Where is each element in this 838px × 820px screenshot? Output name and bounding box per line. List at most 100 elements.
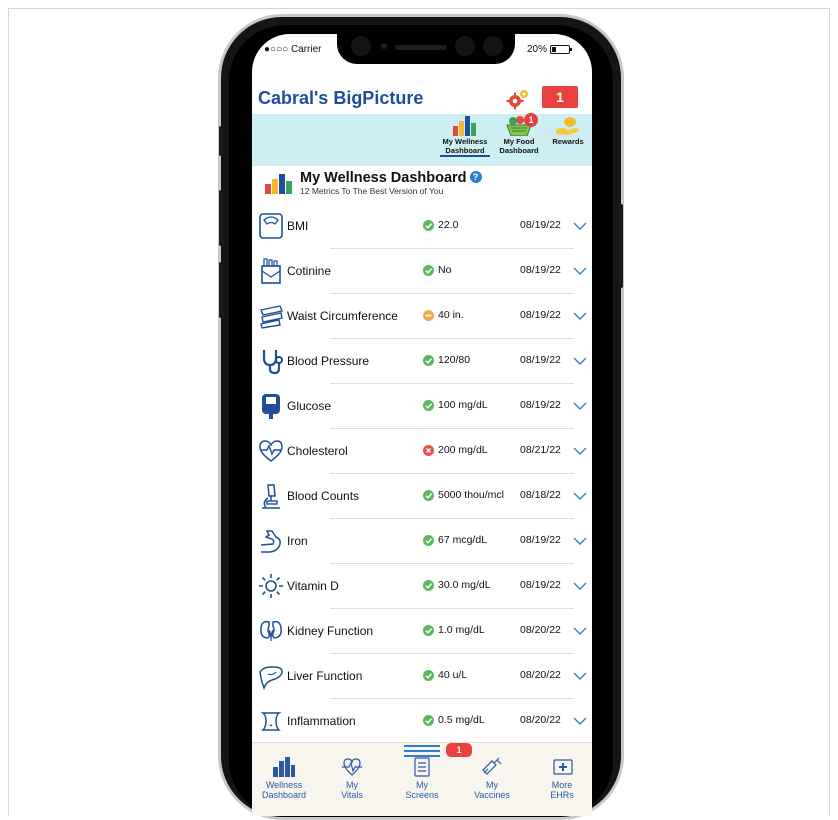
status-good-icon bbox=[423, 714, 434, 726]
chevron-down-icon[interactable] bbox=[573, 222, 587, 230]
metric-value: 100 mg/dL bbox=[423, 399, 488, 411]
metric-date: 08/19/22 bbox=[520, 534, 561, 546]
nav-my-vaccines[interactable]: My Vaccines bbox=[462, 757, 522, 800]
metric-value-text: 5000 thou/mcl bbox=[438, 489, 504, 501]
speaker-grille bbox=[395, 45, 447, 50]
status-good-icon bbox=[423, 264, 434, 276]
nav-more-ehrs[interactable]: More EHRs bbox=[532, 757, 592, 800]
app-title: Cabral's BigPicture bbox=[258, 88, 424, 108]
nav-label-line1: My bbox=[486, 780, 498, 790]
metric-value: 40 u/L bbox=[423, 669, 467, 681]
metric-name: Iron bbox=[287, 534, 308, 548]
phone-notch bbox=[337, 30, 515, 64]
metric-value-text: 40 u/L bbox=[438, 669, 468, 681]
battery-indicator: 20% bbox=[527, 44, 572, 55]
metric-row-cholesterol[interactable]: Cholesterol 200 mg/dL 08/21/22 bbox=[252, 429, 592, 474]
inflammation-icon bbox=[260, 712, 282, 731]
chevron-down-icon[interactable] bbox=[573, 582, 587, 590]
metric-row-vitamin-d[interactable]: Vitamin D 30.0 mg/dL 08/19/22 bbox=[252, 564, 592, 609]
tab-rewards[interactable]: Rewards bbox=[546, 116, 590, 146]
metric-name: Glucose bbox=[287, 399, 332, 413]
tab-food-dashboard[interactable]: 1 My Food Dashboard bbox=[494, 113, 544, 155]
chevron-down-icon[interactable] bbox=[573, 447, 587, 455]
metric-date: 08/19/22 bbox=[520, 579, 561, 591]
tab-wellness-dashboard[interactable]: My Wellness Dashboard bbox=[440, 116, 490, 157]
metric-date: 08/19/22 bbox=[520, 399, 561, 411]
metric-row-cotinine[interactable]: Cotinine No 08/19/22 bbox=[252, 249, 592, 294]
metric-value-text: 22.0 bbox=[438, 219, 459, 231]
help-icon[interactable]: ? bbox=[469, 171, 482, 183]
nav-wellness-dashboard[interactable]: Wellness Dashboard bbox=[254, 757, 314, 800]
metric-row-blood-counts[interactable]: Blood Counts 5000 thou/mcl 08/18/22 bbox=[252, 474, 592, 519]
status-good-icon bbox=[423, 399, 434, 411]
battery-icon bbox=[550, 45, 572, 54]
vitals-icon bbox=[342, 758, 362, 776]
bar-chart-icon bbox=[453, 116, 476, 136]
nav-label-line2: Vitals bbox=[341, 790, 363, 800]
metric-row-blood-pressure[interactable]: Blood Pressure 120/80 08/19/22 bbox=[252, 339, 592, 384]
metric-name: Liver Function bbox=[287, 669, 363, 683]
nav-label-line2: Screens bbox=[405, 790, 439, 800]
tab-label: Rewards bbox=[546, 137, 590, 146]
metric-date: 08/19/22 bbox=[520, 219, 561, 231]
nav-label-line1: More bbox=[551, 780, 573, 790]
metric-date: 08/19/22 bbox=[520, 264, 561, 276]
checklist-icon bbox=[414, 757, 430, 777]
tab-label-line2: Dashboard bbox=[445, 146, 485, 155]
power-button bbox=[618, 204, 623, 288]
metric-value-text: 30.0 mg/dL bbox=[438, 579, 491, 591]
tab-label-line1: My Wellness bbox=[442, 137, 488, 146]
notification-count-button[interactable]: 1 bbox=[542, 86, 578, 108]
tab-label: My Wellness Dashboard bbox=[440, 137, 490, 157]
metric-date: 08/19/22 bbox=[520, 354, 561, 366]
nav-label-line2: Vaccines bbox=[474, 790, 510, 800]
app-screen: ●○○○ Carrier 20% Cabral's BigPicture 1 M… bbox=[252, 34, 592, 816]
glucometer-icon bbox=[262, 394, 280, 419]
chevron-down-icon[interactable] bbox=[573, 717, 587, 725]
metric-row-liver-function[interactable]: Liver Function 40 u/L 08/20/22 bbox=[252, 654, 592, 699]
status-good-icon bbox=[423, 489, 434, 501]
volume-up-button bbox=[219, 190, 224, 246]
metric-value-text: 0.5 mg/dL bbox=[438, 714, 485, 726]
tab-label: My Food Dashboard bbox=[494, 137, 544, 155]
nav-my-vitals[interactable]: My Vitals bbox=[322, 757, 382, 800]
metric-date: 08/19/22 bbox=[520, 309, 561, 321]
chevron-down-icon[interactable] bbox=[573, 672, 587, 680]
status-bad-icon bbox=[423, 444, 434, 456]
metric-value: 22.0 bbox=[423, 219, 458, 231]
metric-row-glucose[interactable]: Glucose 100 mg/dL 08/19/22 bbox=[252, 384, 592, 429]
stethoscope-icon bbox=[262, 350, 283, 375]
metric-row-inflammation[interactable]: Inflammation 0.5 mg/dL 08/20/22 bbox=[252, 699, 592, 744]
cigarette-pack-icon bbox=[261, 258, 281, 284]
metric-row-waist-circumference[interactable]: Waist Circumference 40 in. 08/19/22 bbox=[252, 294, 592, 339]
metric-value: 30.0 mg/dL bbox=[423, 579, 491, 591]
metric-value: 120/80 bbox=[423, 354, 470, 366]
camera-icon bbox=[351, 36, 371, 56]
chevron-down-icon[interactable] bbox=[573, 492, 587, 500]
metric-value: 200 mg/dL bbox=[423, 444, 488, 456]
chevron-down-icon[interactable] bbox=[573, 402, 587, 410]
status-good-icon bbox=[423, 579, 434, 591]
metric-row-bmi[interactable]: BMI 22.0 08/19/22 bbox=[252, 204, 592, 249]
chevron-down-icon[interactable] bbox=[573, 537, 587, 545]
metric-row-kidney-function[interactable]: Kidney Function 1.0 mg/dL 08/20/22 bbox=[252, 609, 592, 654]
metric-name: BMI bbox=[287, 219, 309, 233]
scale-icon bbox=[259, 213, 283, 239]
chevron-down-icon[interactable] bbox=[573, 627, 587, 635]
metric-value: 1.0 mg/dL bbox=[423, 624, 485, 636]
chevron-down-icon[interactable] bbox=[573, 357, 587, 365]
flexed-arm-icon bbox=[260, 530, 281, 553]
metric-value: No bbox=[423, 264, 451, 276]
metric-value: 0.5 mg/dL bbox=[423, 714, 485, 726]
nav-label-line2: Dashboard bbox=[261, 790, 307, 800]
metric-date: 08/21/22 bbox=[520, 444, 561, 456]
nav-my-screens[interactable]: My Screens bbox=[392, 757, 452, 800]
metric-row-iron[interactable]: Iron 67 mcg/dL 08/19/22 bbox=[252, 519, 592, 564]
metric-value-text: No bbox=[438, 264, 452, 276]
settings-gear-icon[interactable] bbox=[506, 88, 530, 115]
chevron-down-icon[interactable] bbox=[573, 312, 587, 320]
chevron-down-icon[interactable] bbox=[573, 267, 587, 275]
dashboard-title-text: My Wellness Dashboard bbox=[300, 170, 467, 186]
metric-value-text: 120/80 bbox=[438, 354, 471, 366]
medical-folder-icon bbox=[553, 759, 573, 775]
